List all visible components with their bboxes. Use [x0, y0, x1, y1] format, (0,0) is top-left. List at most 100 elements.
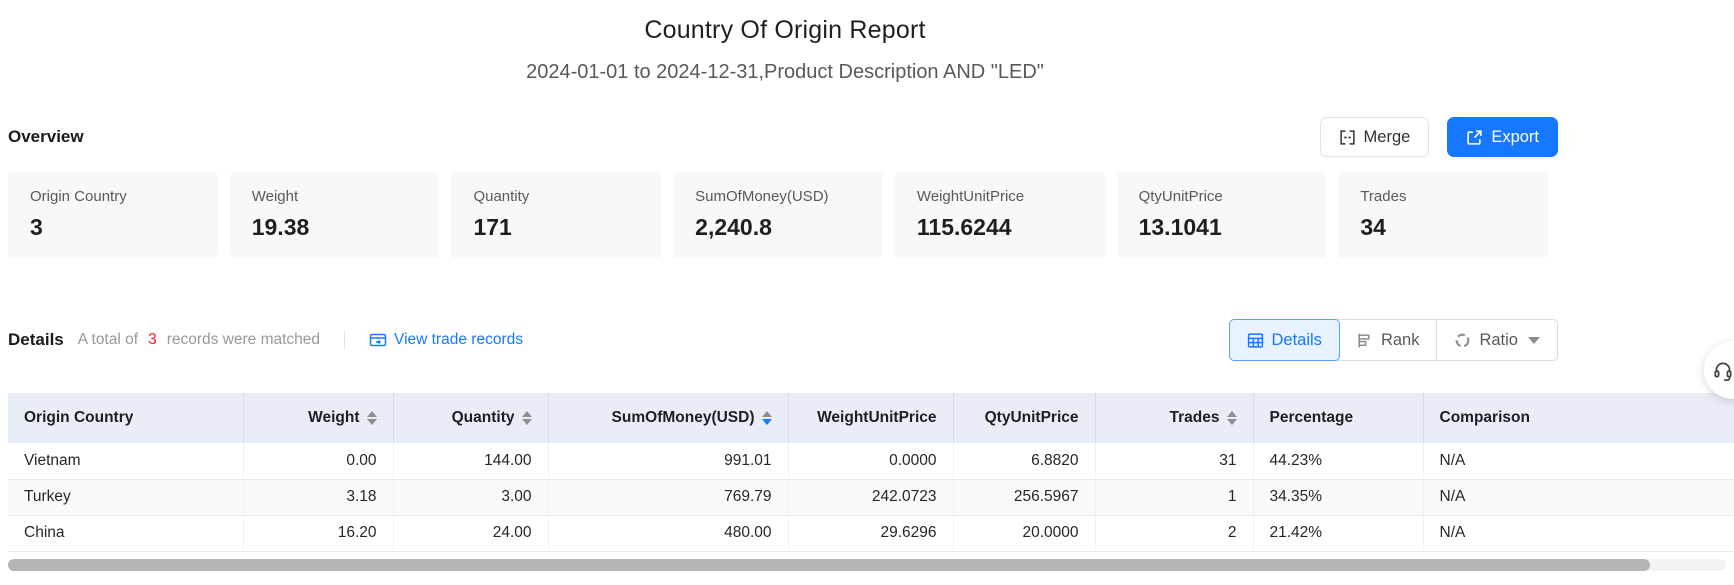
col-header-weight[interactable]: Weight — [243, 393, 393, 443]
cell-weight: 0.00 — [243, 443, 393, 479]
cell-sum-of-money: 769.79 — [548, 479, 788, 515]
chevron-down-icon — [1528, 337, 1540, 344]
cell-percentage: 34.35% — [1253, 479, 1423, 515]
bar-chart-icon — [1356, 332, 1373, 349]
cell-comparison: N/A — [1423, 443, 1734, 479]
card-quantity: Quantity 171 — [451, 172, 661, 258]
sort-icon-active-desc[interactable] — [762, 411, 772, 425]
matched-records-count: 3 — [148, 331, 157, 349]
card-value: 19.38 — [252, 214, 418, 241]
card-origin-country: Origin Country 3 — [8, 172, 218, 258]
overview-actions: Merge Export — [1320, 117, 1558, 157]
cell-weight: 16.20 — [243, 515, 393, 551]
table-row-china[interactable]: China 16.20 24.00 480.00 29.6296 20.0000… — [8, 515, 1734, 551]
cell-percentage: 44.23% — [1253, 443, 1423, 479]
cell-weight-unit-price: 29.6296 — [788, 515, 953, 551]
card-label: Trades — [1360, 188, 1526, 205]
sort-icon[interactable] — [367, 411, 377, 425]
card-weight: Weight 19.38 — [230, 172, 440, 258]
card-value: 171 — [473, 214, 639, 241]
help-float-button[interactable] — [1704, 341, 1734, 399]
table-header-row: Origin Country Weight Quantity SumOfMone… — [8, 393, 1734, 443]
overview-bar: Overview Merge — [8, 116, 1558, 158]
table-row-vietnam[interactable]: Vietnam 0.00 144.00 991.01 0.0000 6.8820… — [8, 443, 1734, 479]
details-heading: Details — [8, 330, 64, 350]
page-title: Country Of Origin Report — [0, 16, 1570, 45]
country-of-origin-report-page: Country Of Origin Report 2024-01-01 to 2… — [0, 0, 1734, 585]
overview-cards: Origin Country 3 Weight 19.38 Quantity 1… — [8, 172, 1548, 258]
col-header-percentage: Percentage — [1253, 393, 1423, 443]
cell-trades: 2 — [1095, 515, 1253, 551]
view-trade-records-link[interactable]: View trade records — [369, 331, 523, 349]
cell-qty-unit-price: 256.5967 — [953, 479, 1095, 515]
card-trades: Trades 34 — [1338, 172, 1548, 258]
card-value: 3 — [30, 214, 196, 241]
cell-quantity: 24.00 — [393, 515, 548, 551]
export-arrow-icon — [1466, 129, 1483, 146]
table-row-turkey[interactable]: Turkey 3.18 3.00 769.79 242.0723 256.596… — [8, 479, 1734, 515]
col-header-weight-unit-price: WeightUnitPrice — [788, 393, 953, 443]
cell-percentage: 21.42% — [1253, 515, 1423, 551]
col-header-trades[interactable]: Trades — [1095, 393, 1253, 443]
cell-sum-of-money: 991.01 — [548, 443, 788, 479]
card-weight-unit-price: WeightUnitPrice 115.6244 — [895, 172, 1105, 258]
view-switcher: Details Rank Ratio — [1229, 319, 1559, 361]
details-bar: Details A total of 3 records were matche… — [8, 318, 1558, 362]
sort-icon[interactable] — [1227, 411, 1237, 425]
card-sum-of-money: SumOfMoney(USD) 2,240.8 — [673, 172, 883, 258]
sort-icon[interactable] — [522, 411, 532, 425]
card-label: SumOfMoney(USD) — [695, 188, 861, 205]
view-trade-records-label: View trade records — [394, 331, 523, 349]
horizontal-scrollbar[interactable] — [8, 559, 1726, 571]
table-grid-icon — [1247, 332, 1264, 349]
card-value: 13.1041 — [1139, 214, 1305, 241]
card-value: 115.6244 — [917, 214, 1083, 241]
merge-cells-icon — [1339, 129, 1356, 146]
cell-sum-of-money: 480.00 — [548, 515, 788, 551]
details-summary: Details A total of 3 records were matche… — [8, 330, 523, 350]
col-header-origin-country: Origin Country — [8, 393, 243, 443]
cell-weight: 3.18 — [243, 479, 393, 515]
scrollbar-thumb[interactable] — [8, 559, 1650, 571]
tab-details-label: Details — [1272, 331, 1322, 350]
summary-suffix: records were matched — [167, 331, 320, 349]
cell-trades: 31 — [1095, 443, 1253, 479]
trade-records-icon — [369, 332, 387, 348]
donut-chart-icon — [1454, 332, 1471, 349]
cell-quantity: 144.00 — [393, 443, 548, 479]
card-label: Origin Country — [30, 188, 196, 205]
cell-quantity: 3.00 — [393, 479, 548, 515]
tab-ratio-label: Ratio — [1479, 331, 1518, 350]
export-button[interactable]: Export — [1447, 117, 1558, 157]
card-label: Weight — [252, 188, 418, 205]
cell-origin-country: Turkey — [8, 479, 243, 515]
tab-rank[interactable]: Rank — [1339, 320, 1437, 360]
tab-rank-label: Rank — [1381, 331, 1420, 350]
cell-origin-country: Vietnam — [8, 443, 243, 479]
report-subtitle: 2024-01-01 to 2024-12-31,Product Descrip… — [0, 61, 1570, 84]
cell-comparison: N/A — [1423, 479, 1734, 515]
cell-trades: 1 — [1095, 479, 1253, 515]
export-button-label: Export — [1491, 128, 1539, 147]
cell-qty-unit-price: 6.8820 — [953, 443, 1095, 479]
divider — [344, 331, 345, 349]
cell-weight-unit-price: 0.0000 — [788, 443, 953, 479]
card-qty-unit-price: QtyUnitPrice 13.1041 — [1117, 172, 1327, 258]
col-header-sum-of-money[interactable]: SumOfMoney(USD) — [548, 393, 788, 443]
cell-qty-unit-price: 20.0000 — [953, 515, 1095, 551]
overview-heading: Overview — [8, 127, 84, 147]
cell-origin-country: China — [8, 515, 243, 551]
card-value: 2,240.8 — [695, 214, 861, 241]
headset-icon — [1712, 359, 1734, 381]
merge-button[interactable]: Merge — [1320, 117, 1430, 157]
cell-comparison: N/A — [1423, 515, 1734, 551]
merge-button-label: Merge — [1364, 128, 1411, 147]
card-label: QtyUnitPrice — [1139, 188, 1305, 205]
card-label: WeightUnitPrice — [917, 188, 1083, 205]
col-header-comparison: Comparison — [1423, 393, 1734, 443]
report-header: Country Of Origin Report 2024-01-01 to 2… — [0, 16, 1570, 84]
tab-ratio[interactable]: Ratio — [1436, 320, 1557, 360]
col-header-quantity[interactable]: Quantity — [393, 393, 548, 443]
details-table: Origin Country Weight Quantity SumOfMone… — [8, 393, 1734, 552]
tab-details[interactable]: Details — [1229, 319, 1340, 361]
